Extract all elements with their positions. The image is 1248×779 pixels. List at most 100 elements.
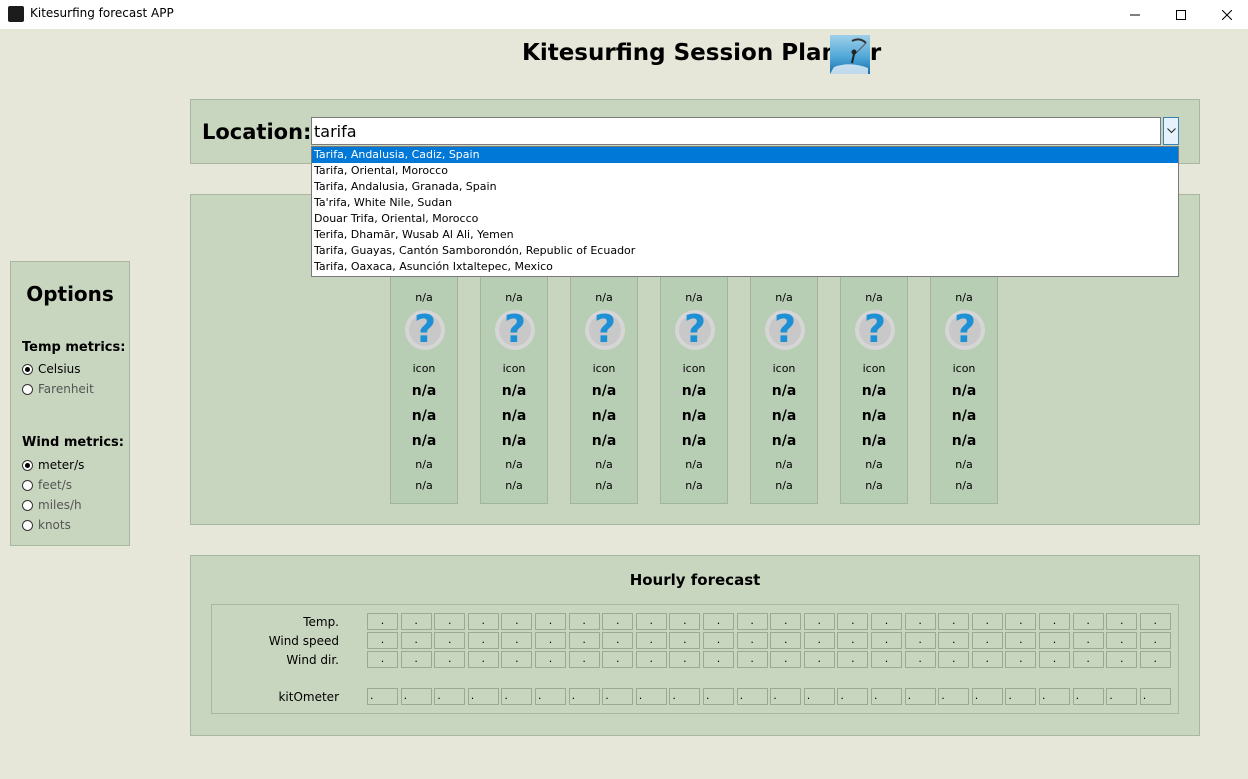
suggestion-item[interactable]: Tarifa, Oaxaca, Asunción Ixtaltepec, Mex… <box>312 259 1178 275</box>
hourly-wind-speed-cell: . <box>871 632 902 649</box>
day-value-2: n/a <box>411 408 437 424</box>
question-mark-icon: ? <box>855 309 895 351</box>
question-mark-icon: ? <box>585 309 625 351</box>
window-title: Kitesurfing forecast APP <box>30 6 174 20</box>
hourly-temp-cell: . <box>367 613 398 630</box>
row-label-temp: Temp. <box>303 615 339 629</box>
options-panel: Options Temp metrics: Celsius Farenheit … <box>10 261 130 546</box>
minimize-button[interactable] <box>1112 0 1158 29</box>
suggestion-item[interactable]: Tarifa, Andalusia, Granada, Spain <box>312 179 1178 195</box>
weather-icon-label: icon <box>592 362 616 375</box>
hourly-kitometer-cell: . <box>467 688 499 705</box>
day-value-1: n/a <box>591 383 617 399</box>
hourly-temp-cell: . <box>1072 613 1104 630</box>
day-value-1: n/a <box>861 383 887 399</box>
hourly-wind-speed-cell: . <box>635 632 667 649</box>
day-value-5: n/a <box>685 479 703 492</box>
suggestion-item[interactable]: Tarifa, Oriental, Morocco <box>312 163 1178 179</box>
hourly-kitometer-cell: . <box>400 688 432 705</box>
svg-text:?: ? <box>954 309 976 351</box>
hourly-kitometer-cell: . <box>971 688 1003 705</box>
hourly-wind-speed-cell: . <box>400 632 432 649</box>
hourly-wind-dir-cell: . <box>400 651 432 668</box>
hourly-wind-dir-cell: . <box>669 651 701 668</box>
suggestion-item[interactable]: Terifa, Dhamār, Wusab Al Ali, Yemen <box>312 227 1178 243</box>
hourly-temp-cell: . <box>871 613 902 630</box>
location-dropdown-button[interactable] <box>1163 117 1179 145</box>
hourly-temp-cell: . <box>501 613 533 630</box>
day-value-4: n/a <box>955 458 973 471</box>
radio-meter-s[interactable]: meter/s <box>22 458 84 472</box>
radio-label: knots <box>38 518 71 532</box>
suggestion-item[interactable]: Tarifa, Andalusia, Cadiz, Spain <box>312 147 1178 163</box>
hourly-wind-speed-cell: . <box>736 632 768 649</box>
day-value-top: n/a <box>775 291 793 304</box>
hourly-wind-dir-cell: . <box>971 651 1003 668</box>
day-value-2: n/a <box>771 408 797 424</box>
day-value-4: n/a <box>505 458 523 471</box>
hourly-kitometer-cell: . <box>501 688 533 705</box>
radio-knots[interactable]: knots <box>22 518 71 532</box>
day-value-5: n/a <box>955 479 973 492</box>
hourly-temp-cell: . <box>803 613 835 630</box>
day-column: n/a ? icon n/a n/a n/a n/a n/a <box>480 274 548 504</box>
day-column: n/a ? icon n/a n/a n/a n/a n/a <box>390 274 458 504</box>
svg-text:?: ? <box>684 309 706 351</box>
radio-celsius[interactable]: Celsius <box>22 362 81 376</box>
day-value-2: n/a <box>861 408 887 424</box>
weather-icon-label: icon <box>502 362 526 375</box>
hourly-wind-dir-cell: . <box>1005 651 1037 668</box>
hourly-wind-speed-cell: . <box>367 632 398 649</box>
day-value-5: n/a <box>865 479 883 492</box>
hourly-wind-dir-cell: . <box>736 651 768 668</box>
day-value-1: n/a <box>411 383 437 399</box>
hourly-temp-cell: . <box>703 613 734 630</box>
page-title: Kitesurfing Session Planner <box>522 40 882 66</box>
hourly-kitometer-cell: . <box>703 688 734 705</box>
hourly-temp-cell: . <box>971 613 1003 630</box>
hourly-wind-speed-cell: . <box>938 632 970 649</box>
close-button[interactable] <box>1204 0 1248 29</box>
hourly-temp-cell: . <box>1005 613 1037 630</box>
day-column: n/a ? icon n/a n/a n/a n/a n/a <box>660 274 728 504</box>
maximize-button[interactable] <box>1158 0 1204 29</box>
radio-feet-s[interactable]: feet/s <box>22 478 72 492</box>
day-value-top: n/a <box>415 291 433 304</box>
hourly-kitometer-cell: . <box>434 688 466 705</box>
suggestion-item[interactable]: Tarifa, Guayas, Cantón Samborondón, Repu… <box>312 243 1178 259</box>
hourly-wind-speed-cell: . <box>1139 632 1171 649</box>
hourly-wind-speed-cell: . <box>568 632 600 649</box>
suggestion-item[interactable]: Ta'rifa, White Nile, Sudan <box>312 195 1178 211</box>
options-title: Options <box>26 282 114 306</box>
hourly-kitometer-cell: . <box>1106 688 1138 705</box>
hourly-temp-cell: . <box>467 613 499 630</box>
hourly-kitometer-cell: . <box>1005 688 1037 705</box>
hourly-temp-cell: . <box>602 613 634 630</box>
hourly-wind-dir-cell: . <box>1039 651 1070 668</box>
minimize-icon <box>1130 14 1140 15</box>
day-value-4: n/a <box>685 458 703 471</box>
hourly-kitometer-cell: . <box>535 688 566 705</box>
hourly-wind-dir-cell: . <box>367 651 398 668</box>
radio-indicator <box>22 479 33 491</box>
radio-farenheit[interactable]: Farenheit <box>22 382 94 396</box>
radio-miles-h[interactable]: miles/h <box>22 498 82 512</box>
day-value-2: n/a <box>591 408 617 424</box>
hourly-wind-dir-cell: . <box>770 651 802 668</box>
hourly-kitometer-cell: . <box>736 688 768 705</box>
hourly-kitometer-cell: . <box>367 688 398 705</box>
location-input[interactable]: tarifa <box>311 117 1161 145</box>
location-suggestions-list: Tarifa, Andalusia, Cadiz, Spain Tarifa, … <box>311 146 1179 277</box>
hourly-kitometer-cell: . <box>803 688 835 705</box>
hourly-kitometer-cell: . <box>770 688 802 705</box>
location-label: Location: <box>202 120 312 144</box>
hourly-wind-speed-cell: . <box>1072 632 1104 649</box>
row-label-wind-dir: Wind dir. <box>286 653 339 667</box>
hourly-temp-cell: . <box>770 613 802 630</box>
hourly-kitometer-cell: . <box>1039 688 1070 705</box>
suggestion-item[interactable]: Douar Trifa, Oriental, Morocco <box>312 211 1178 227</box>
day-value-3: n/a <box>501 433 527 449</box>
radio-label: miles/h <box>38 498 82 512</box>
day-value-3: n/a <box>861 433 887 449</box>
day-value-3: n/a <box>771 433 797 449</box>
